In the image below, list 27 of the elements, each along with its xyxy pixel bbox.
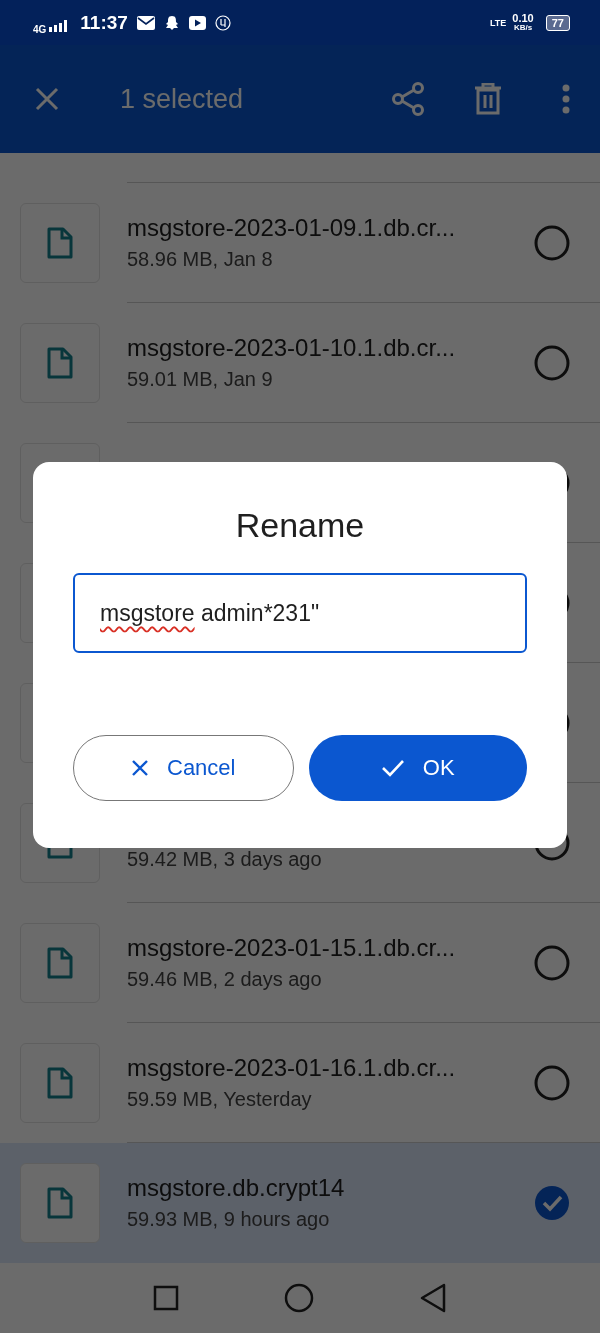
file-name: msgstore-2023-01-10.1.db.cr... [127, 334, 457, 362]
data-speed: 0.10 [512, 13, 534, 24]
file-details: 59.46 MB, 2 days ago [127, 968, 323, 991]
battery-level: 77 [545, 14, 570, 31]
ok-button[interactable]: OK [308, 735, 527, 801]
file-row[interactable]: msgstore.db.crypt14 59.93 MB, 9 hours ago [0, 1143, 600, 1263]
file-details: 59.93 MB, 9 hours ago [127, 1208, 331, 1231]
file-name: msgstore-2023-01-16.1.db.cr... [127, 1054, 457, 1082]
lte-label: LTE [490, 17, 507, 28]
cancel-button[interactable]: Cancel [73, 735, 294, 801]
file-name: msgstore-2023-01-09.1.db.cr... [127, 214, 457, 242]
name-input-field[interactable]: msgstore admin*231" [73, 573, 527, 653]
clock-time: 11:37 [80, 11, 128, 34]
file-details: 59.59 MB, Yesterday [127, 1088, 313, 1111]
file-details: 59.01 MB, Jan 9 [127, 368, 274, 391]
file-name: msgstore-2023-01-15.1.db.cr... [127, 934, 457, 962]
network-type: 4G [33, 24, 47, 35]
dialog-title: Rename [235, 506, 365, 545]
file-row[interactable]: msgstore-2023-01-10.1.db.cr... 59.01 MB, Jan 9 [0, 303, 600, 423]
file-details: 58.96 MB, Jan 8 [127, 248, 274, 271]
file-details: 59.42 MB, 3 days ago [127, 848, 323, 871]
file-row[interactable]: msgstore-2023-01-09.1.db.cr... 58.96 MB, Jan 8 [0, 183, 600, 303]
file-row[interactable]: msgstore-2023-01-15.1.db.cr... 59.46 MB, 2 days ago [0, 903, 600, 1023]
data-speed-unit: KB/s [513, 24, 533, 32]
file-row[interactable]: msgstore-2023-01-16.1.db.cr... 59.59 MB, Yesterday [0, 1023, 600, 1143]
selection-count: 1 selected [120, 83, 245, 115]
file-name: msgstore.db.crypt14 [127, 1174, 346, 1202]
